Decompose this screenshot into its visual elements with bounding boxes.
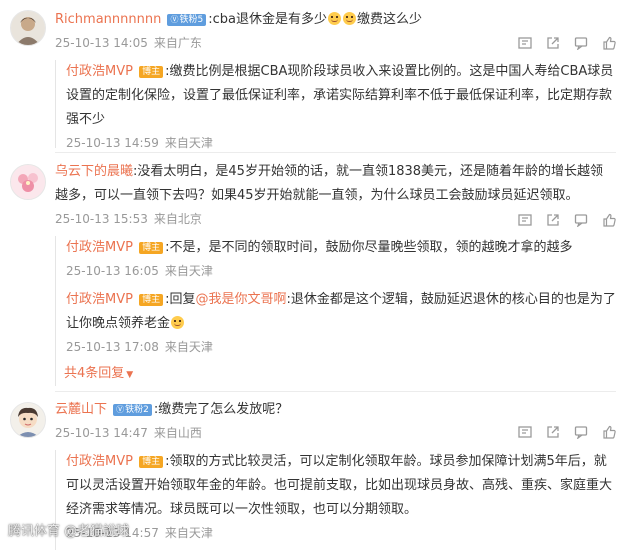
comment-text: :没看太明白，是45岁开始领的话，就一直领1838美元，还是随着年龄的增长越领越… — [55, 164, 604, 203]
watermark: 腾讯体育 @老猫說球 — [8, 524, 130, 539]
more-replies-label: 共4条回复 — [64, 366, 125, 381]
blogger-badge: 博主 — [139, 294, 164, 306]
laughing-emoji-icon — [171, 316, 185, 329]
avatar[interactable] — [10, 10, 46, 46]
reply-item: 付政浩MVP 博主:领取的方式比较灵活，可以定制化领取年龄。球员参加保障计划满5… — [66, 450, 616, 544]
reply-location: 来自天津 — [164, 136, 213, 150]
divider — [55, 391, 616, 392]
comment-icon[interactable] — [574, 213, 588, 227]
reply-location: 来自天津 — [164, 264, 213, 278]
reply-username[interactable]: 付政浩MVP — [66, 292, 133, 307]
share-icon[interactable] — [546, 36, 560, 50]
laughing-emoji-icon — [327, 12, 341, 25]
comment-location: 来自山西 — [153, 426, 202, 440]
mention-link[interactable]: @我是你文哥啊 — [196, 292, 287, 307]
avatar[interactable] — [10, 402, 46, 438]
comment-text: :缴费完了怎么发放呢？ — [153, 402, 289, 417]
blogger-badge: 博主 — [139, 242, 164, 254]
comment-username[interactable]: Richmannnnnnn — [55, 12, 161, 27]
reply-date: 25-10-13 17:08 — [66, 340, 159, 354]
reply-list: 付政浩MVP 博主:领取的方式比较灵活，可以定制化领取年龄。球员参加保障计划满5… — [55, 450, 616, 550]
reply-date: 25-10-13 16:05 — [66, 264, 159, 278]
blogger-badge: 博主 — [139, 456, 164, 468]
reply-location: 来自天津 — [164, 340, 213, 354]
reply-username[interactable]: 付政浩MVP — [66, 240, 133, 255]
like-icon[interactable] — [602, 36, 616, 50]
more-replies-link[interactable]: 共4条回复 ▼ — [64, 366, 133, 381]
share-icon[interactable] — [546, 213, 560, 227]
like-icon[interactable] — [602, 213, 616, 227]
comment-icon[interactable] — [574, 36, 588, 50]
reply-location: 来自天津 — [164, 526, 213, 540]
reply-item: 付政浩MVP 博主:回复@我是你文哥啊:退休金都是这个逻辑，鼓励延迟退休的核心目… — [66, 288, 616, 358]
comment-text: 缴费这么少 — [356, 12, 422, 27]
reply-list: 付政浩MVP 博主:不是，是不同的领取时间，鼓励你尽量晚些领取，领的越晚才拿的越… — [55, 236, 616, 386]
report-icon[interactable] — [518, 425, 532, 439]
reply-meta: 25-10-13 14:59 来自天津 — [66, 132, 616, 154]
comment-text: :cba退休金是有多少 — [208, 12, 327, 27]
report-icon[interactable] — [518, 213, 532, 227]
reply-item: 付政浩MVP 博主:不是，是不同的领取时间，鼓励你尽量晚些领取，领的越晚才拿的越… — [66, 236, 616, 282]
reply-prefix: :回复 — [165, 292, 196, 307]
comment-location: 来自广东 — [153, 36, 202, 50]
chevron-down-icon: ▼ — [126, 370, 134, 380]
reply-date: 25-10-13 14:59 — [66, 136, 159, 150]
reply-list: 付政浩MVP 博主:缴费比例是根据CBA现阶段球员收入来设置比例的。这是中国人寿… — [55, 60, 616, 150]
divider — [55, 152, 616, 153]
like-icon[interactable] — [602, 425, 616, 439]
comment-location: 来自北京 — [153, 212, 202, 226]
reply-meta: 25-10-13 16:05 来自天津 — [66, 260, 616, 282]
fan-level-badge: 铁粉5 — [167, 14, 207, 26]
comment-username[interactable]: 云麓山下 — [55, 402, 107, 417]
comment-date: 25-10-13 15:53 — [55, 212, 148, 226]
reply-meta: 25-10-13 17:08 来自天津 — [66, 336, 616, 358]
share-icon[interactable] — [546, 425, 560, 439]
reply-username[interactable]: 付政浩MVP — [66, 454, 133, 469]
comment-date: 25-10-13 14:47 — [55, 426, 148, 440]
comment-username[interactable]: 乌云下的晨曦 — [55, 164, 133, 179]
comment-icon[interactable] — [574, 425, 588, 439]
fan-level-badge: 铁粉2 — [113, 404, 152, 416]
comment-date: 25-10-13 14:05 — [55, 36, 148, 50]
blogger-badge: 博主 — [139, 66, 164, 78]
reply-item: 付政浩MVP 博主:缴费比例是根据CBA现阶段球员收入来设置比例的。这是中国人寿… — [66, 60, 616, 154]
reply-meta: 25-10-13 14:57 来自天津 — [66, 522, 616, 544]
laughing-emoji-icon — [342, 12, 356, 25]
reply-username[interactable]: 付政浩MVP — [66, 64, 133, 79]
report-icon[interactable] — [518, 36, 532, 50]
avatar[interactable] — [10, 164, 46, 200]
reply-text: :不是，是不同的领取时间，鼓励你尽量晚些领取，领的越晚才拿的越多 — [165, 240, 573, 255]
